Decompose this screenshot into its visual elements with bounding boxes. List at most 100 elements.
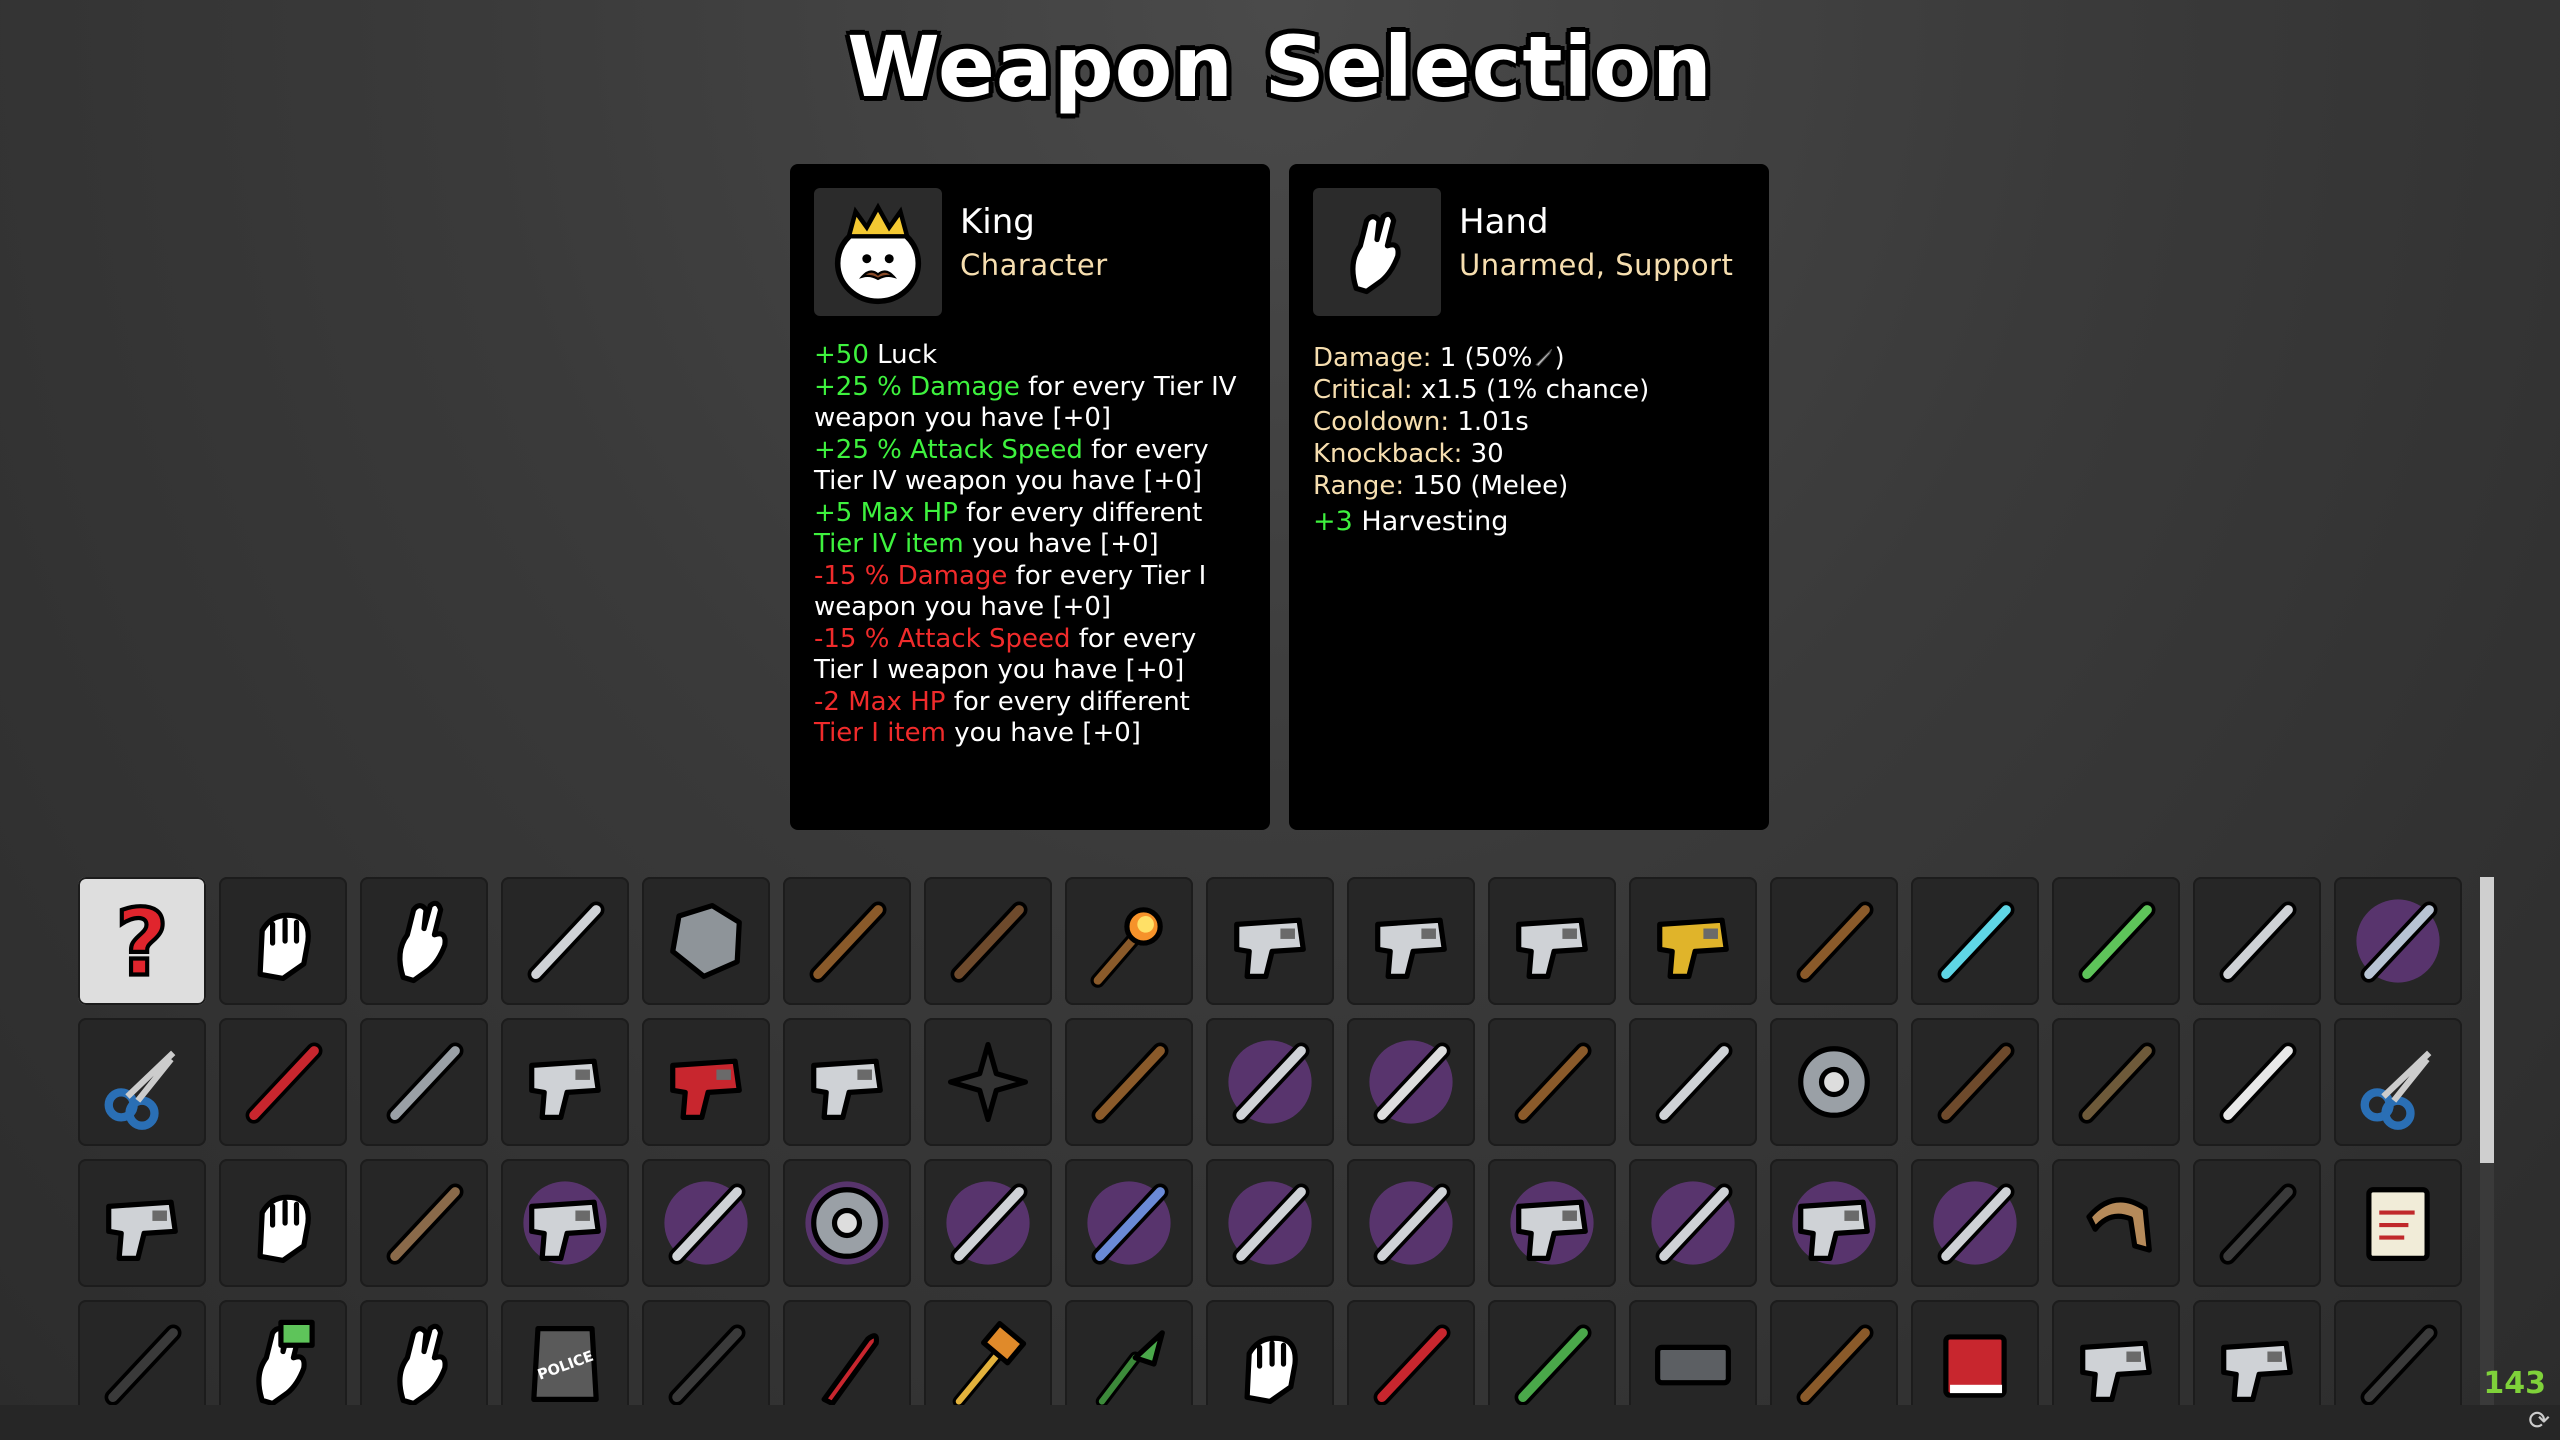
character-stat-line: -15 % Damage for every Tier I weapon you…	[814, 561, 1246, 624]
bottom-bar	[0, 1405, 2560, 1440]
weapon-slot[interactable]	[642, 1300, 770, 1405]
weapon-slot[interactable]	[642, 1159, 770, 1287]
weapon-slot[interactable]	[2193, 1018, 2321, 1146]
weapon-slot[interactable]	[360, 1159, 488, 1287]
weapon-slot[interactable]	[360, 877, 488, 1005]
refresh-icon[interactable]: ⟳	[2528, 1406, 2550, 1436]
weapon-slot[interactable]	[783, 1159, 911, 1287]
radio-icon	[2346, 1312, 2450, 1405]
weapon-slot[interactable]	[1347, 1018, 1475, 1146]
weapon-slot[interactable]	[1206, 1018, 1334, 1146]
weapon-grid-scrollbar[interactable]	[2480, 877, 2494, 1405]
torch-icon	[1077, 889, 1181, 993]
weapon-slot[interactable]	[501, 877, 629, 1005]
weapon-slot[interactable]	[219, 1300, 347, 1405]
crescent-wand-icon	[936, 1171, 1040, 1275]
shock-stick-icon	[2205, 1171, 2309, 1275]
weapon-slot[interactable]	[219, 1159, 347, 1287]
weapon-slot[interactable]	[1206, 877, 1334, 1005]
weapon-slot[interactable]	[642, 1018, 770, 1146]
weapon-slot[interactable]	[1488, 1018, 1616, 1146]
weapon-slot[interactable]	[1911, 1159, 2039, 1287]
weapon-slot[interactable]	[2052, 877, 2180, 1005]
weapon-slot[interactable]	[1065, 1018, 1193, 1146]
weapon-slot[interactable]	[1488, 1300, 1616, 1405]
weapon-slot[interactable]	[1065, 1300, 1193, 1405]
stat-segment: +5 Max HP	[814, 497, 958, 528]
weapon-slot[interactable]	[360, 1300, 488, 1405]
svg-text:?: ?	[115, 889, 168, 993]
weapon-slot[interactable]	[2334, 1018, 2462, 1146]
character-info-panel: King Character +50 Luck +25 % Damage for …	[790, 164, 1270, 830]
weapon-slot[interactable]	[1629, 1018, 1757, 1146]
weapon-slot[interactable]	[78, 1018, 206, 1146]
nail-gun-icon	[654, 1030, 758, 1134]
weapon-slot[interactable]	[1770, 1159, 1898, 1287]
weapon-slot[interactable]	[1770, 1300, 1898, 1405]
weapon-slot[interactable]	[501, 1018, 629, 1146]
lightning-shiv-icon	[1923, 889, 2027, 993]
weapon-slot[interactable]	[1911, 877, 2039, 1005]
weapon-slot[interactable]	[1347, 877, 1475, 1005]
weapon-slot[interactable]	[924, 1300, 1052, 1405]
double-barrel-pistol-icon	[1218, 889, 1322, 993]
weapon-slot[interactable]	[2334, 1159, 2462, 1287]
weapon-slot[interactable]	[1911, 1018, 2039, 1146]
scrollbar-thumb[interactable]	[2480, 877, 2494, 1163]
weapon-slot[interactable]	[219, 1018, 347, 1146]
weapon-slot[interactable]	[78, 1159, 206, 1287]
weapon-slot[interactable]	[78, 1300, 206, 1405]
weapon-slot[interactable]	[2052, 1300, 2180, 1405]
crystal-icon	[2346, 889, 2450, 993]
weapon-slot[interactable]	[2193, 1159, 2321, 1287]
weapon-slot[interactable]	[783, 1018, 911, 1146]
weapon-slot[interactable]	[1347, 1159, 1475, 1287]
weapon-slot[interactable]	[924, 1018, 1052, 1146]
weapon-slot[interactable]	[642, 877, 770, 1005]
weapon-slot[interactable]	[1065, 1159, 1193, 1287]
weapon-slot[interactable]	[924, 877, 1052, 1005]
weapon-slot[interactable]	[2193, 877, 2321, 1005]
laser-blaster-icon	[1782, 1171, 1886, 1275]
weapon-slot[interactable]: POLICE	[501, 1300, 629, 1405]
thorn-club-icon	[2064, 889, 2168, 993]
weapon-slot[interactable]	[1488, 877, 1616, 1005]
weapon-slot[interactable]: ?	[78, 877, 206, 1005]
weapon-slot[interactable]	[219, 877, 347, 1005]
weapon-slot[interactable]	[1629, 1300, 1757, 1405]
slingshot-icon	[1077, 1030, 1181, 1134]
weapon-slot[interactable]	[501, 1159, 629, 1287]
weapon-slot[interactable]	[1629, 1159, 1757, 1287]
weapon-slot[interactable]	[783, 877, 911, 1005]
weapon-slot[interactable]	[1488, 1159, 1616, 1287]
weapon-slot[interactable]	[1206, 1300, 1334, 1405]
weapon-slot[interactable]	[2052, 1159, 2180, 1287]
frost-staff-icon	[1641, 1171, 1745, 1275]
stat-segment: Luck	[868, 340, 937, 370]
weapon-slot[interactable]	[2193, 1300, 2321, 1405]
weapon-slot[interactable]	[783, 1300, 911, 1405]
dagger-icon	[1500, 1312, 1604, 1405]
magic-wand-icon	[1782, 889, 1886, 993]
weapon-slot[interactable]	[2334, 1300, 2462, 1405]
weapon-slot[interactable]	[1206, 1159, 1334, 1287]
melee-dagger-icon	[1533, 344, 1555, 367]
weapon-grid-row: POLICE	[78, 1300, 2478, 1405]
weapon-slot[interactable]	[1911, 1300, 2039, 1405]
character-type: Character	[960, 248, 1108, 282]
weapon-slot[interactable]	[2052, 1018, 2180, 1146]
alien-gun-icon	[513, 1171, 617, 1275]
weapon-slot[interactable]	[360, 1018, 488, 1146]
character-stat-line: +50 Luck	[814, 340, 1246, 372]
weapon-slot[interactable]	[1770, 1018, 1898, 1146]
weapon-slot[interactable]	[1065, 877, 1193, 1005]
stat-segment: for every different	[945, 686, 1190, 717]
stat-segment: Tier I item	[814, 718, 946, 748]
syringe-icon	[90, 1312, 194, 1405]
weapon-slot[interactable]	[1629, 877, 1757, 1005]
claw-icon	[231, 1171, 335, 1275]
weapon-slot[interactable]	[2334, 877, 2462, 1005]
weapon-slot[interactable]	[1770, 877, 1898, 1005]
weapon-slot[interactable]	[924, 1159, 1052, 1287]
weapon-slot[interactable]	[1347, 1300, 1475, 1405]
